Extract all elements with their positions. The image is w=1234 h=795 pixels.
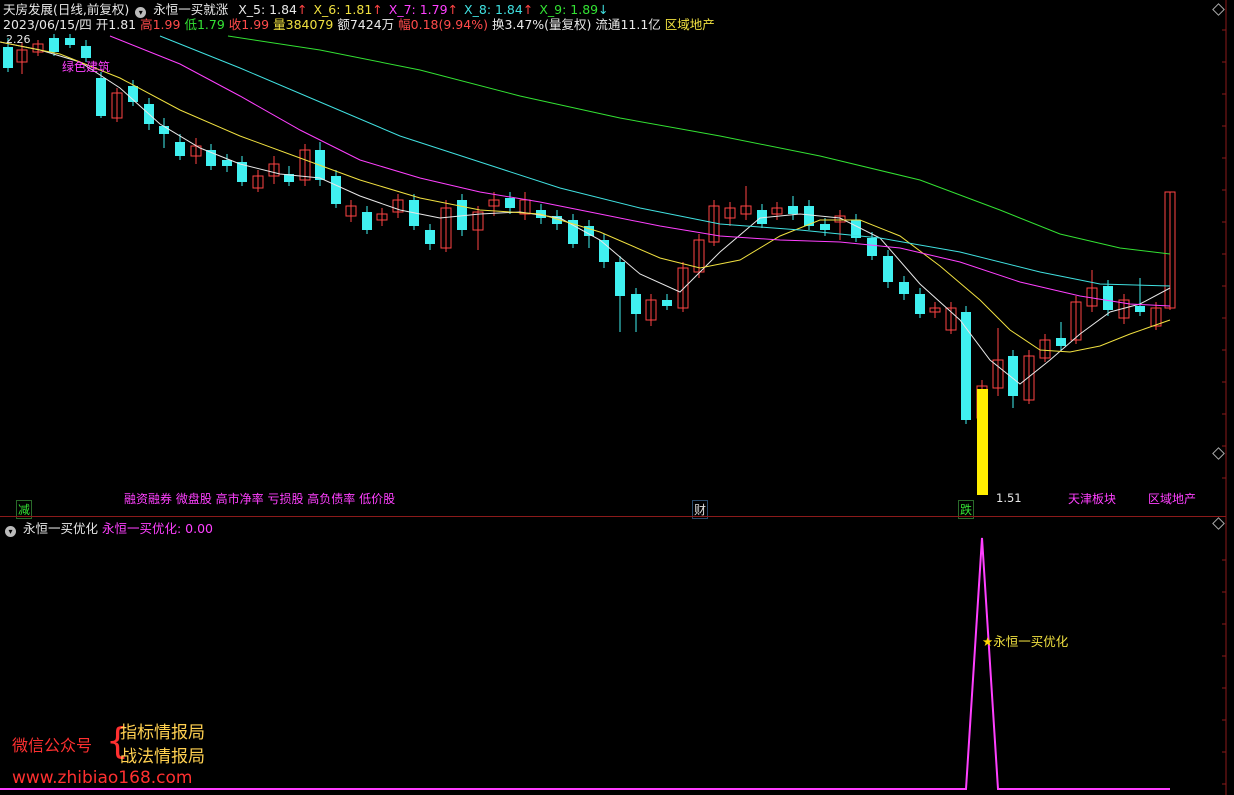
concept-annotation: 绿色建筑 (62, 60, 111, 74)
pane-separator (0, 516, 1226, 517)
candle-body (1103, 286, 1113, 310)
candle-body (883, 256, 893, 282)
candle-body (915, 294, 925, 314)
watermark-site[interactable]: www.zhibiao168.com (12, 768, 192, 788)
top-price-label: 2.26 (6, 33, 31, 46)
candle-body (1135, 306, 1145, 312)
limit-down-bar (977, 389, 988, 495)
candle-body (331, 176, 341, 204)
sub-pane-header: ▾ 永恒一买优化 永恒一买优化: 0.00 (3, 518, 213, 537)
candle-body (1056, 338, 1066, 346)
candle-body (425, 230, 435, 244)
watermark-label: 微信公众号 (12, 736, 93, 755)
concept-tags[interactable]: 融资融券 微盘股 高市净率 亏损股 高负债率 低价股 (124, 490, 395, 507)
ma-x8-line (159, 35, 1171, 287)
price-chart[interactable] (0, 0, 1234, 795)
region-tag-property[interactable]: 区域地产 (1148, 490, 1196, 507)
candle-body (96, 78, 106, 116)
watermark-line2: 战法情报局 (120, 747, 205, 767)
candle-body (81, 46, 91, 58)
candle-body (820, 224, 830, 230)
candle-body (159, 126, 169, 134)
candle-body (49, 38, 59, 52)
candle-body (615, 262, 625, 296)
candle-body (65, 38, 75, 45)
candle-body (631, 294, 641, 314)
candle-body (222, 160, 232, 166)
candle-body (505, 198, 515, 208)
region-tag-tianjin[interactable]: 天津板块 (1068, 490, 1116, 507)
candle-body (899, 282, 909, 294)
signal-annotation: ★永恒一买优化 (982, 631, 1068, 650)
low-price-label: 1.51 (996, 491, 1022, 505)
star-icon: ★ (982, 634, 994, 649)
candle-body (662, 300, 672, 306)
candle-body (175, 142, 185, 156)
sub-indicator-name[interactable]: 永恒一买优化 (23, 521, 98, 536)
candle-body (788, 206, 798, 214)
candle-body (362, 212, 372, 230)
ma-x6-line (0, 41, 1171, 353)
candle-body (3, 47, 13, 68)
watermark-line1: 指标情报局 (120, 723, 205, 743)
signal-label: 永恒一买优化 (993, 634, 1069, 649)
candle-body (867, 238, 877, 256)
sub-indicator-value: 永恒一买优化: 0.00 (101, 521, 214, 536)
ma-x5-line (0, 41, 1171, 385)
settings-circle-icon-sub[interactable]: ▾ (5, 526, 16, 537)
